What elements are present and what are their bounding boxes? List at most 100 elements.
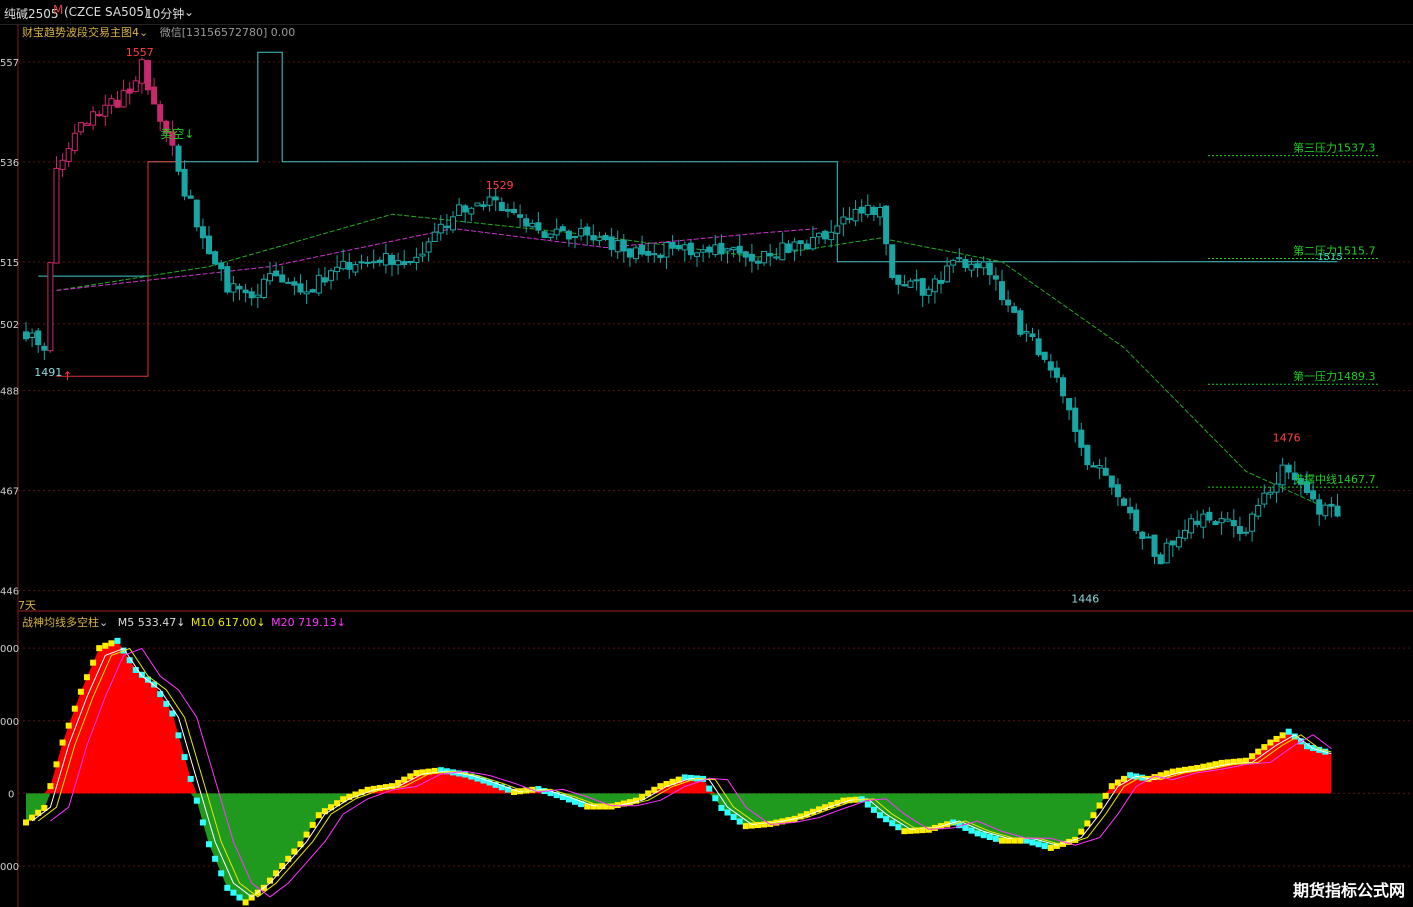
candle-body (694, 252, 700, 257)
candle-body (77, 122, 84, 133)
candle-body (1334, 505, 1341, 517)
candle-body (535, 222, 542, 231)
y-tick-label: 557 (0, 58, 19, 69)
candle-body (498, 201, 505, 212)
candle-body (1218, 518, 1225, 524)
candle-body (175, 145, 182, 172)
candle-body (193, 199, 200, 228)
candle-body (626, 248, 633, 258)
candle-body (584, 226, 591, 236)
chevron-down-icon[interactable]: ⌄ (99, 616, 108, 629)
m5-value: M5 533.47↓ (117, 616, 186, 629)
edge-block (193, 797, 200, 804)
candle-body (376, 259, 383, 263)
candle-body (657, 254, 664, 259)
edge-block (114, 637, 121, 644)
candle-body (309, 289, 316, 293)
edge-block (199, 819, 206, 826)
candle-body (687, 242, 694, 256)
price-label: 1529 (486, 179, 514, 192)
edge-block (279, 863, 286, 870)
buy-signal-arrow: ↑ (63, 369, 73, 383)
candle-body (480, 204, 487, 208)
y-tick-label: 502 (0, 320, 19, 331)
edge-block (1285, 728, 1292, 735)
candle-body (718, 242, 725, 255)
candle-body (157, 104, 164, 122)
candle-body (1243, 531, 1249, 534)
candle-body (321, 277, 328, 283)
candle-body (468, 207, 475, 215)
candle-body (816, 232, 822, 238)
edge-block (157, 691, 164, 698)
candle-body (1139, 531, 1146, 539)
candle-body (1114, 484, 1121, 498)
edge-block (187, 775, 194, 782)
candle-body (992, 275, 999, 280)
candle-body (980, 261, 987, 269)
candle-body (254, 294, 261, 298)
edge-block (736, 818, 743, 825)
candle-body (925, 288, 932, 296)
candle-body (877, 207, 883, 218)
candle-body (645, 250, 652, 256)
candle-body (822, 230, 829, 240)
edge-block (1102, 792, 1109, 799)
candle-body (334, 266, 341, 273)
stair-value-label: 1515 (1317, 252, 1342, 263)
candle-body (968, 263, 975, 271)
edge-block (1279, 732, 1286, 739)
candle-body (712, 244, 719, 256)
candle-body (437, 223, 444, 234)
level-label: 支撑中线1467.7 (1293, 472, 1376, 486)
edge-block (102, 642, 109, 649)
candle-body (230, 283, 237, 293)
candle-body (1078, 429, 1085, 448)
level-label: 第三压力1537.3 (1293, 141, 1376, 155)
sub-y-tick-label: 0 (8, 789, 14, 800)
candle-body (773, 256, 780, 259)
y-tick-label: 467 (0, 486, 19, 497)
candle-body (1328, 503, 1335, 507)
sub-indicator-name[interactable]: 战神均线多空柱 (22, 616, 99, 629)
candle-body (938, 279, 944, 284)
candle-body (47, 262, 54, 352)
candle-body (785, 243, 792, 253)
edge-block (895, 824, 902, 831)
candle-body (138, 59, 145, 84)
candle-body (1169, 540, 1176, 546)
chart-canvas[interactable]: 5575365155024884674460000000000第三压力1537.… (0, 0, 1413, 907)
candle-body (462, 205, 469, 213)
edge-block (53, 761, 60, 768)
candle-body (1261, 492, 1268, 505)
candle-body (700, 249, 707, 253)
candle-body (1066, 398, 1073, 411)
candle-body (974, 263, 981, 269)
candle-body (248, 291, 255, 299)
candle-body (919, 278, 926, 296)
chevron-down-icon[interactable]: ⌄ (139, 26, 148, 39)
edge-block (1096, 802, 1103, 809)
candle-body (614, 239, 621, 253)
candle-body (883, 205, 890, 245)
main-indicator-name[interactable]: 财宝趋势波段交易主图4 (22, 26, 139, 39)
candle-body (59, 159, 66, 170)
edge-block (242, 899, 249, 906)
candle-body (1041, 351, 1048, 360)
candle-body (41, 345, 48, 351)
price-label: 1476 (1273, 432, 1301, 445)
edge-block (1114, 779, 1121, 786)
candle-body (279, 274, 286, 283)
candle-body (791, 241, 798, 251)
candle-body (706, 246, 713, 253)
edge-block (96, 645, 103, 652)
edge-block (315, 812, 322, 819)
candle-body (608, 236, 615, 250)
candle-body (748, 253, 755, 262)
candle-body (511, 208, 517, 214)
candle-body (84, 123, 90, 126)
candle-body (395, 260, 402, 266)
candle-body (895, 274, 902, 285)
candle-body (1121, 498, 1127, 506)
candle-body (730, 247, 737, 251)
